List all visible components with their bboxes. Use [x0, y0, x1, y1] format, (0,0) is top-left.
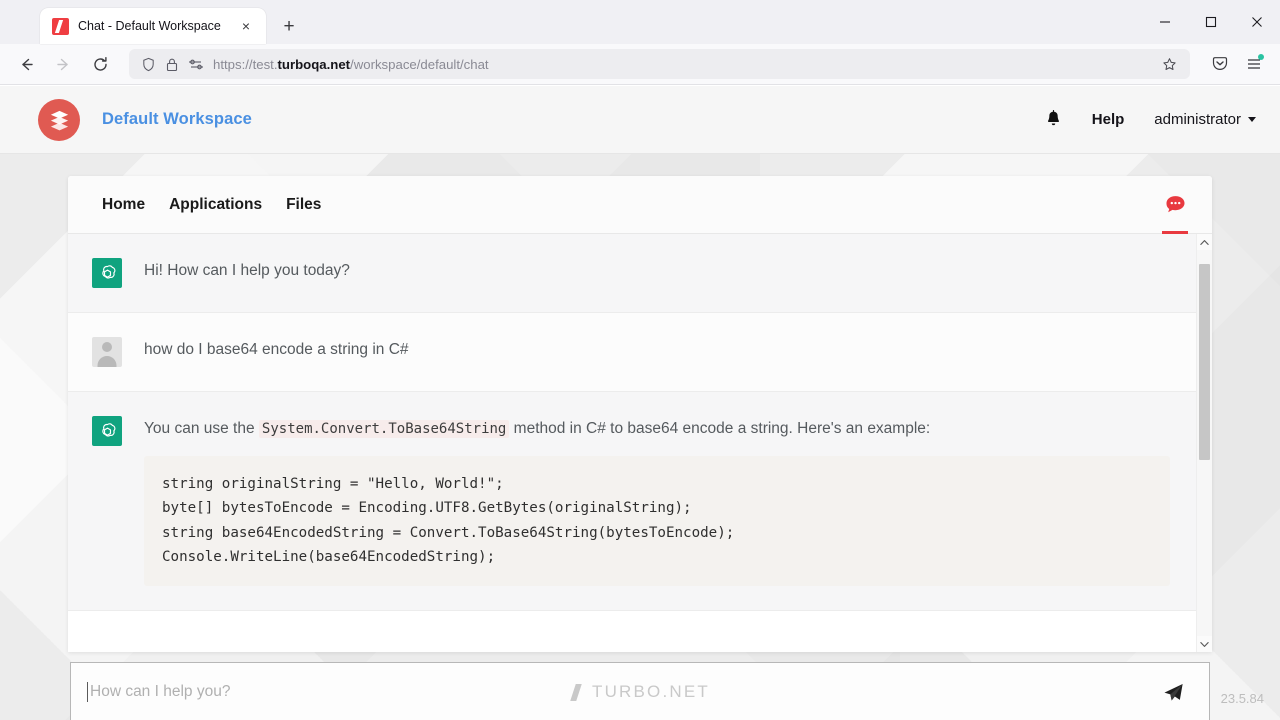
message-body: how do I base64 encode a string in C#: [144, 337, 1170, 361]
user-menu-label: administrator: [1154, 111, 1241, 128]
close-icon[interactable]: ×: [236, 16, 256, 36]
page-footer: TURBO.NET 23.5.84: [0, 664, 1280, 720]
page-content: Default Workspace Help administrator Hom…: [0, 86, 1280, 720]
browser-titlebar: Chat - Default Workspace × +: [0, 0, 1280, 44]
scrollbar-thumb[interactable]: [1199, 264, 1210, 460]
maximize-icon[interactable]: [1188, 0, 1234, 44]
chat-message-assistant: Hi! How can I help you today?: [68, 234, 1196, 313]
url-path: /workspace/default/chat: [350, 57, 489, 72]
navbar-right-icons: [1204, 48, 1270, 80]
user-menu[interactable]: administrator: [1154, 111, 1256, 128]
chat-bubble-icon[interactable]: [1152, 176, 1198, 234]
chevron-down-icon: [1248, 117, 1256, 122]
chat-message-user: how do I base64 encode a string in C#: [68, 313, 1196, 392]
star-icon[interactable]: [1156, 51, 1182, 77]
url-scheme: https://test.: [213, 57, 278, 72]
browser-tab-title: Chat - Default Workspace: [78, 19, 227, 33]
message-text: You can use the System.Convert.ToBase64S…: [144, 418, 1170, 440]
new-tab-button[interactable]: +: [274, 11, 304, 41]
back-arrow-icon[interactable]: [10, 48, 42, 80]
tab-files[interactable]: Files: [274, 176, 333, 234]
bell-icon[interactable]: [1045, 110, 1062, 129]
close-icon[interactable]: [1234, 0, 1280, 44]
main-card: Home Applications Files: [68, 176, 1212, 652]
turbo-slash-icon: [570, 684, 583, 701]
openai-logo-icon: [92, 258, 122, 288]
code-block: string originalString = "Hello, World!";…: [144, 456, 1170, 586]
url-bar[interactable]: https://test.turboqa.net/workspace/defau…: [129, 49, 1190, 79]
chevron-up-icon[interactable]: [1197, 234, 1212, 250]
workspace-title[interactable]: Default Workspace: [102, 110, 252, 129]
scrollbar-track[interactable]: [1197, 250, 1212, 636]
user-placeholder-icon: [92, 337, 122, 367]
minimize-icon[interactable]: [1142, 0, 1188, 44]
turbo-cube-logo[interactable]: [38, 99, 80, 141]
app-header-right: Help administrator: [1045, 110, 1256, 129]
app-header: Default Workspace Help administrator: [0, 86, 1280, 154]
permissions-icon[interactable]: [188, 58, 204, 71]
message-text-after: method in C# to base64 encode a string. …: [509, 420, 930, 437]
tab-home[interactable]: Home: [90, 176, 157, 234]
lock-icon[interactable]: [165, 57, 179, 72]
inline-code: System.Convert.ToBase64String: [259, 420, 509, 438]
url-text[interactable]: https://test.turboqa.net/workspace/defau…: [213, 57, 1147, 72]
menu-update-badge: [1258, 54, 1264, 60]
chat-scrollbar[interactable]: [1196, 234, 1212, 652]
message-body: Hi! How can I help you today?: [144, 258, 1170, 282]
turbo-brand: TURBO.NET: [570, 682, 710, 702]
version-label: 23.5.84: [1221, 691, 1264, 706]
message-list: Hi! How can I help you today? how do I b…: [68, 234, 1196, 652]
url-domain: turboqa.net: [278, 57, 351, 72]
pocket-icon[interactable]: [1204, 48, 1236, 80]
message-text: Hi! How can I help you today?: [144, 260, 1170, 282]
browser-tab[interactable]: Chat - Default Workspace ×: [40, 8, 266, 44]
message-text: how do I base64 encode a string in C#: [144, 339, 1170, 361]
help-link[interactable]: Help: [1092, 111, 1125, 128]
tab-applications[interactable]: Applications: [157, 176, 274, 234]
brand-label: TURBO.NET: [592, 682, 710, 702]
tab-strip: Chat - Default Workspace × +: [0, 0, 304, 44]
card-tab-bar: Home Applications Files: [68, 176, 1212, 234]
openai-logo-icon: [92, 416, 122, 446]
browser-window: Chat - Default Workspace × +: [0, 0, 1280, 720]
message-text-before: You can use the: [144, 420, 259, 437]
message-body: You can use the System.Convert.ToBase64S…: [144, 416, 1170, 586]
reload-icon[interactable]: [84, 48, 116, 80]
shield-icon[interactable]: [141, 57, 156, 72]
forward-arrow-icon: [47, 48, 79, 80]
browser-navbar: https://test.turboqa.net/workspace/defau…: [0, 44, 1280, 85]
chat-message-assistant: You can use the System.Convert.ToBase64S…: [68, 392, 1196, 611]
chevron-down-icon[interactable]: [1197, 636, 1212, 652]
turbo-logo-icon: [52, 18, 69, 35]
chat-area: Hi! How can I help you today? how do I b…: [68, 234, 1212, 652]
window-controls: [1142, 0, 1280, 44]
hamburger-menu-icon[interactable]: [1238, 48, 1270, 80]
